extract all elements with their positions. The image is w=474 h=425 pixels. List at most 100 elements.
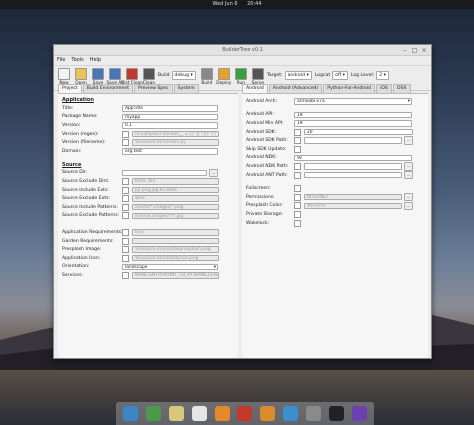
garden-requirements-input[interactable] (132, 237, 219, 245)
build-button[interactable]: Build (199, 68, 215, 86)
source-exclude-dirs-checkbox[interactable] (122, 177, 129, 185)
save-as-icon (109, 68, 121, 80)
source-exclude-patterns-input[interactable]: license,images/*/*.jpg (132, 212, 219, 220)
skip-sdk-update-checkbox[interactable] (294, 145, 301, 153)
tab-ios[interactable]: iOS (376, 84, 392, 93)
presplash-image-input[interactable]: %(source.dir)s/data/presplash.png (132, 246, 219, 253)
menu-help[interactable]: Help (90, 57, 101, 63)
android-sdk-checkbox[interactable] (294, 128, 301, 136)
source-include-exts-checkbox[interactable] (122, 186, 129, 194)
application-icon-checkbox[interactable] (122, 254, 129, 262)
window-titlebar[interactable]: BuilderTree v0.1 – □ × (54, 45, 431, 56)
settings-icon[interactable] (306, 406, 322, 421)
source-dir-input[interactable] (122, 169, 207, 177)
photos-icon[interactable] (260, 406, 276, 421)
time-label[interactable]: 20:44 (247, 1, 261, 7)
terminal-icon[interactable] (329, 406, 345, 421)
deploy-button[interactable]: Deploy (216, 68, 232, 86)
files-icon[interactable] (122, 406, 138, 421)
tab-android[interactable]: Android (242, 84, 268, 93)
tab-build-environment[interactable]: Build Environment (82, 84, 134, 93)
field-row: Domain: org.test (58, 147, 238, 156)
tab-osx[interactable]: OSX (392, 84, 411, 93)
version-regex-input[interactable]: re.compile(r'version__ = [\'"](.*)[\'"]'… (132, 130, 219, 138)
android-ant-path-checkbox[interactable] (294, 171, 301, 179)
target-select[interactable]: android ▾ (284, 71, 312, 80)
source-include-patterns-input[interactable]: assets/*,images/*.png (132, 203, 219, 211)
version-filename-checkbox[interactable] (122, 139, 129, 147)
app-icon[interactable] (352, 406, 368, 421)
field-label: Orientation: (62, 264, 90, 270)
services-input[interactable]: NAME:ENTRYPOINT_TO_PY,NAME2:ENTRYPOINT2_… (132, 272, 219, 279)
menu-file[interactable]: File (57, 57, 65, 63)
build-mode-select[interactable]: debug ▾ (171, 71, 196, 80)
android-ant-path-input[interactable] (304, 171, 402, 179)
field-row: Package Name: myapp (58, 113, 238, 122)
source-include-patterns-checkbox[interactable] (122, 203, 129, 211)
field-label: Presplash Image: (62, 247, 102, 253)
maximize-icon[interactable]: □ (410, 47, 418, 55)
orientation-select[interactable]: landscape ▾ (122, 263, 218, 271)
version-regex-checkbox[interactable] (122, 130, 129, 138)
services-checkbox[interactable] (122, 271, 129, 279)
field-label: Source Exclude Exts: (62, 196, 111, 202)
version-input[interactable]: 0.1 (122, 122, 218, 129)
build-icon (200, 68, 213, 80)
android-sdk-input[interactable]: 20 (304, 128, 413, 136)
video-icon[interactable] (237, 406, 253, 421)
permissions-checkbox[interactable] (294, 193, 301, 201)
domain-input[interactable]: org.test (122, 148, 218, 155)
android-ndk-input[interactable]: 9c (294, 154, 412, 162)
presplash-color-input[interactable]: #FFFFFF (304, 202, 402, 210)
android-sdk-path-checkbox[interactable] (294, 137, 301, 145)
field-row: Services: NAME:ENTRYPOINT_TO_PY,NAME2:ENT… (58, 271, 238, 280)
android-ndk-path-checkbox[interactable] (294, 162, 301, 170)
logcat-select[interactable]: off ▾ (332, 71, 348, 80)
tab-python-for-android[interactable]: Python-For-Android (323, 84, 376, 93)
source-exclude-exts-checkbox[interactable] (122, 195, 129, 203)
android-api-input[interactable]: 19 (294, 111, 412, 119)
tab-android-advanced[interactable]: Android (Advanced) (268, 84, 323, 93)
tab-preview-spec[interactable]: Preview Spec (134, 84, 173, 93)
close-icon[interactable]: × (420, 47, 428, 55)
minimize-icon[interactable]: – (401, 47, 409, 55)
android-ndk-path-input[interactable] (304, 163, 402, 170)
calendar-icon[interactable] (191, 406, 207, 421)
presplash-color-browse-button[interactable]: … (404, 201, 413, 211)
private-storage-checkbox[interactable] (294, 210, 301, 218)
presplash-image-checkbox[interactable] (122, 246, 129, 254)
tab-system[interactable]: System (173, 84, 199, 93)
loglevel-select[interactable]: 2 ▾ (376, 71, 389, 80)
source-include-exts-input[interactable]: py,png,jpg,kv,atlas (132, 186, 219, 194)
application-requirements-checkbox[interactable] (122, 228, 129, 236)
application-requirements-input[interactable]: kivy (132, 229, 219, 236)
menu-tools[interactable]: Tools (71, 57, 83, 63)
permissions-input[interactable]: INTERNET (304, 193, 402, 201)
software-icon[interactable] (283, 406, 299, 421)
android-ant-path-browse-button[interactable]: … (404, 170, 413, 180)
garden-requirements-checkbox[interactable] (122, 237, 129, 245)
field-row: Wakelock: (242, 219, 428, 228)
android-min-api-input[interactable]: 19 (294, 120, 412, 127)
android-ndk-path-browse-button[interactable]: … (404, 162, 413, 171)
version-filename-input[interactable]: %(source.dir)s/main.py (132, 139, 219, 146)
fullscreen-checkbox[interactable] (294, 185, 301, 193)
android-sdk-path-browse-button[interactable]: … (404, 136, 413, 145)
mail-icon[interactable] (168, 406, 184, 421)
package-name-input[interactable]: myapp (122, 113, 218, 121)
android-sdk-path-input[interactable] (304, 137, 402, 144)
music-icon[interactable] (214, 406, 230, 421)
source-exclude-exts-input[interactable]: spec (132, 195, 219, 202)
application-icon-input[interactable]: %(source.dir)s/data/icon.png (132, 254, 219, 262)
source-dir-browse-button[interactable]: … (209, 168, 218, 178)
wakelock-checkbox[interactable] (294, 219, 301, 227)
source-exclude-patterns-checkbox[interactable] (122, 212, 129, 220)
presplash-color-checkbox[interactable] (294, 202, 301, 210)
permissions-browse-button[interactable]: … (404, 192, 413, 202)
android-arch-select[interactable]: armeabi-v7a ▾ (294, 98, 412, 105)
browser-icon[interactable] (145, 406, 161, 421)
tab-project[interactable]: Project (58, 84, 82, 93)
date-label[interactable]: Wed Jun 6 (212, 1, 237, 7)
source-exclude-dirs-input[interactable]: tests, bin (132, 178, 219, 185)
title-input[interactable]: AppTitle (122, 105, 218, 112)
